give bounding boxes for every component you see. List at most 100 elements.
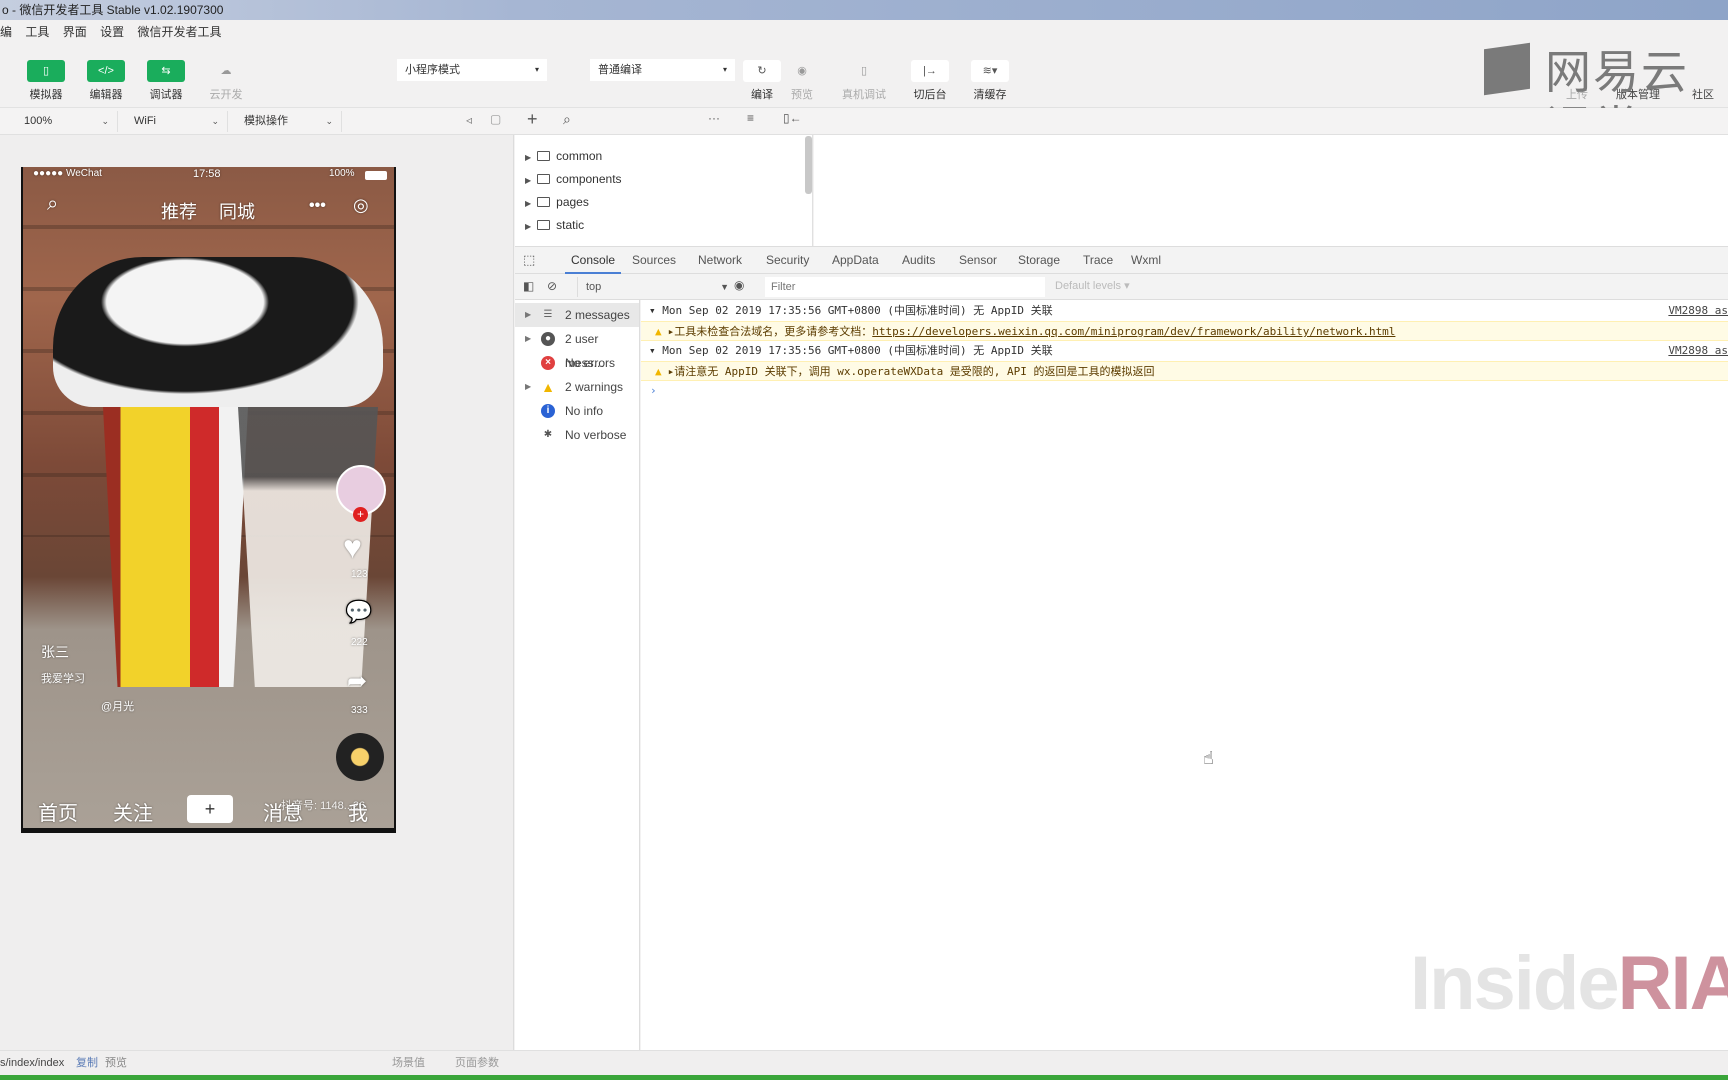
volume-icon[interactable]: ◃ [466,113,472,127]
username[interactable]: 张三 [41,642,69,662]
search-icon[interactable]: ⌕ [563,111,571,128]
tab-console[interactable]: Console [565,247,622,274]
sidebar-item-user-messages[interactable]: ▶ ● 2 user mess... [515,327,639,370]
preview-button[interactable]: ◉ 预览 [780,60,824,102]
eye-icon[interactable]: ◉ [734,278,744,292]
sim-ops-select[interactable]: 模拟操作 ⌄ [238,111,342,132]
nav-messages[interactable]: 消息 [263,797,303,826]
background-button[interactable]: |→ 切后台 [908,60,952,102]
warning-icon: ▲ [655,325,662,338]
sidebar-toggle-icon[interactable]: ◧ [523,279,534,293]
folder-common[interactable]: ▶ common [525,146,602,166]
console-group-header[interactable]: ▾ Mon Sep 02 2019 17:35:56 GMT+0800 (中国标… [641,301,1728,321]
simulator-button[interactable]: ▯ 模拟器 [24,60,68,102]
record-icon[interactable]: ◎ [353,195,369,216]
preview-path-button[interactable]: 预览 [105,1051,127,1075]
add-icon[interactable]: + [527,109,538,130]
tab-audits[interactable]: Audits [902,247,935,274]
scene-value-button[interactable]: 场景值 [392,1051,425,1075]
context-select[interactable]: top ▼ [577,277,735,297]
page-params-button[interactable]: 页面参数 [455,1051,499,1075]
sidebar-label: No info [565,404,604,418]
follow-plus-icon[interactable]: + [353,507,368,522]
editor-button[interactable]: </> 编辑器 [84,60,128,102]
folder-static[interactable]: ▶ static [525,215,584,235]
sidebar-item-messages[interactable]: ▶ ☰ 2 messages [515,303,639,327]
tab-sensor[interactable]: Sensor [959,247,997,274]
console-sidebar: ▶ ☰ 2 messages ▶ ● 2 user mess... × No errors… [515,300,640,1050]
message-source-link[interactable]: VM2898 as [1668,301,1728,321]
docs-link[interactable]: https://developers.weixin.qq.com/minipro… [872,325,1395,338]
menu-item[interactable]: 编 [0,25,12,39]
tab-recommend[interactable]: 推荐 [161,198,197,224]
more-icon[interactable]: ··· [708,111,720,125]
menu-item-tools[interactable]: 工具 [25,25,49,39]
device-debug-button[interactable]: ▯ 真机调试 [842,60,886,102]
log-levels-select[interactable]: Default levels ▾ [1055,279,1130,292]
video-feed[interactable]: ●●●●● WeChat 17:58 100% ⌕ 推荐 同城 ••• ◎ + … [23,167,394,828]
message-source-link[interactable]: VM2898 as [1668,341,1728,361]
tab-wxml[interactable]: Wxml [1131,247,1161,274]
phone-simulator[interactable]: ●●●●● WeChat 17:58 100% ⌕ 推荐 同城 ••• ◎ + … [21,167,396,833]
clear-console-icon[interactable]: ⊘ [547,279,557,293]
bug-icon: ✱ [543,429,553,440]
console-group-header[interactable]: ▾ Mon Sep 02 2019 17:35:56 GMT+0800 (中国标… [641,341,1728,361]
network-select[interactable]: WiFi ⌄ [128,111,228,132]
nav-home[interactable]: 首页 [38,797,78,826]
folder-icon [537,174,551,184]
file-tree-scrollbar[interactable] [805,136,812,194]
search-icon[interactable]: ⌕ [47,193,58,216]
heart-icon[interactable]: ♥ [343,529,362,566]
tab-appdata[interactable]: AppData [832,247,879,274]
window-title: o - 微信开发者工具 Stable v1.02.1907300 [2,3,224,17]
music-disc-icon[interactable] [336,733,384,781]
editor-area[interactable] [814,135,1728,246]
secondary-toolbar: 100% ⌄ WiFi ⌄ 模拟操作 ⌄ ◃ ▢ + ⌕ ··· ≡ ▯← [0,108,1728,135]
tab-security[interactable]: Security [766,247,809,274]
more-icon[interactable]: ••• [309,197,326,215]
sidebar-item-warnings[interactable]: ▶ ▲ 2 warnings [515,375,639,399]
menu-item-view[interactable]: 界面 [63,25,87,39]
collapse-icon[interactable]: ≡ [747,111,754,125]
sidebar-item-errors[interactable]: × No errors [515,351,639,375]
tab-network[interactable]: Network [698,247,742,274]
zoom-value: 100% [24,115,53,127]
chevron-down-icon: ▼ [720,282,729,292]
nav-follow[interactable]: 关注 [113,797,153,826]
sidebar-item-info[interactable]: i No info [515,399,639,423]
simulator-label: 模拟器 [29,89,63,101]
phone-battery: 100% [329,168,355,179]
clear-cache-button[interactable]: ≋▾ 清缓存 [968,60,1012,102]
console-filter-input[interactable] [765,277,1045,297]
split-icon[interactable]: ▯← [783,111,802,125]
window-icon[interactable]: ▢ [490,112,501,126]
copy-path-button[interactable]: 复制 [76,1051,98,1075]
create-button[interactable]: + [187,795,233,823]
nav-me[interactable]: 我 [348,797,368,826]
folder-components[interactable]: ▶ components [525,169,622,189]
comment-icon[interactable]: 💬 [345,599,372,625]
music-name[interactable]: @月光 [101,698,134,714]
compile-button[interactable]: ↻ 编译 [740,60,784,102]
warning-text: ▸工具未检查合法域名，更多请参考文档： [667,325,873,338]
menu-item-devtools[interactable]: 微信开发者工具 [137,25,221,39]
tab-storage[interactable]: Storage [1018,247,1060,274]
menu-item-settings[interactable]: 设置 [100,25,124,39]
folder-pages[interactable]: ▶ pages [525,192,589,212]
cloud-button[interactable]: ☁ 云开发 [204,60,248,102]
share-icon[interactable]: ➦ [347,667,367,696]
console-warning[interactable]: ▲ ▸工具未检查合法域名，更多请参考文档：https://developers.w… [641,321,1728,341]
watermark-top: 网易云课堂 [1545,46,1689,154]
tab-local[interactable]: 同城 [219,198,255,224]
tab-sources[interactable]: Sources [632,247,676,274]
debugger-button[interactable]: ⇆ 调试器 [144,60,188,102]
tab-trace[interactable]: Trace [1083,247,1113,274]
mode-select[interactable]: 小程序模式 ▾ [397,59,547,81]
inspect-element-icon[interactable]: ⬚ [523,252,535,268]
console-prompt[interactable]: › [641,381,1728,401]
compile-select[interactable]: 普通编译 ▾ [590,59,735,81]
zoom-select[interactable]: 100% ⌄ [18,111,118,132]
console-warning[interactable]: ▲ ▸请注意无 AppID 关联下，调用 wx.operateWXData 是受限… [641,361,1728,381]
clear-cache-label: 清缓存 [973,89,1007,101]
sidebar-item-verbose[interactable]: ✱ No verbose [515,423,639,447]
